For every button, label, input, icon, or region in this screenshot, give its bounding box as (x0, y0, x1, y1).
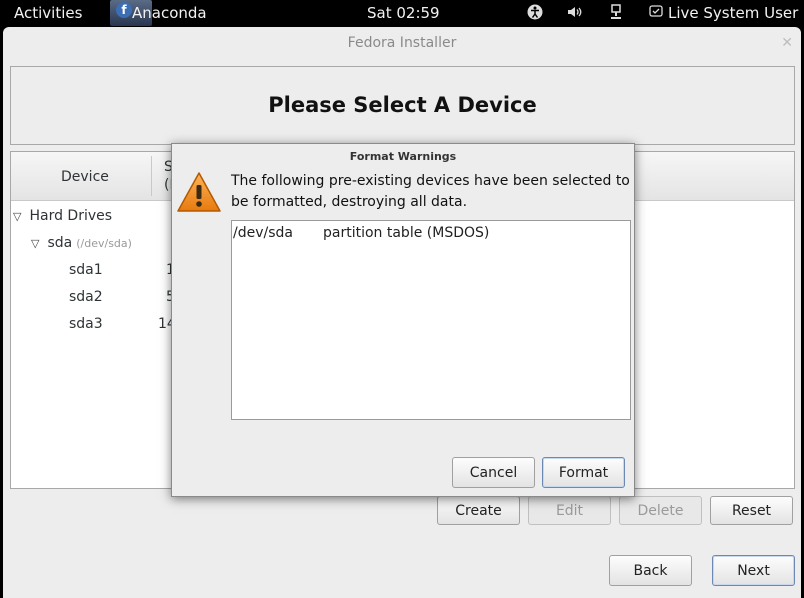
dialog-title: Format Warnings (349, 150, 457, 163)
delete-button[interactable]: Delete (619, 496, 702, 525)
accessibility-icon[interactable] (527, 4, 543, 24)
column-separator (151, 156, 152, 196)
volume-icon[interactable] (567, 4, 583, 24)
tree-row-partition[interactable]: sda1 (69, 262, 103, 278)
format-warnings-dialog: Format Warnings The following pre-existi… (171, 143, 635, 497)
create-button[interactable]: Create (437, 496, 520, 525)
next-button[interactable]: Next (712, 555, 795, 586)
user-status-icon[interactable] (649, 4, 663, 22)
expander-down-icon[interactable]: ▽ (31, 237, 39, 250)
disk-path: (/dev/sda) (76, 237, 132, 250)
list-cell-device: /dev/sda (233, 225, 293, 241)
format-button[interactable]: Format (542, 457, 625, 488)
tree-row-partition[interactable]: sda2 (69, 289, 103, 305)
edit-button[interactable]: Edit (528, 496, 611, 525)
partition-name: sda3 (69, 316, 103, 332)
activities-button[interactable]: Activities (14, 4, 82, 22)
tree-row-partition[interactable]: sda3 (69, 316, 103, 332)
partition-name: sda2 (69, 289, 103, 305)
tree-row-hard-drives[interactable]: ▽ Hard Drives (13, 208, 112, 224)
top-bar: Activities f Anaconda Sat 02:59 Live Sys… (0, 0, 804, 26)
back-button[interactable]: Back (609, 555, 692, 586)
cancel-button[interactable]: Cancel (452, 457, 535, 488)
group-label: Hard Drives (29, 208, 113, 224)
network-icon[interactable] (609, 4, 623, 24)
page-header: Please Select A Device (10, 66, 795, 145)
list-cell-description: partition table (MSDOS) (323, 225, 490, 241)
user-menu[interactable]: Live System User (668, 4, 798, 22)
close-icon[interactable]: ✕ (781, 35, 793, 51)
reset-button[interactable]: Reset (710, 496, 793, 525)
tree-row-disk[interactable]: ▽ sda (/dev/sda) (31, 235, 132, 251)
warning-icon (176, 170, 222, 214)
dialog-message: The following pre-existing devices have … (231, 173, 630, 210)
column-device[interactable]: Device (61, 169, 109, 185)
window-title: Fedora Installer (347, 35, 457, 51)
device-list[interactable]: /dev/sda partition table (MSDOS) (231, 220, 631, 420)
clock[interactable]: Sat 02:59 (367, 4, 440, 22)
disk-name: sda (47, 235, 73, 251)
expander-down-icon[interactable]: ▽ (13, 210, 21, 223)
partition-name: sda1 (69, 262, 103, 278)
app-menu[interactable]: Anaconda (132, 4, 207, 22)
page-title: Please Select A Device (268, 93, 537, 117)
